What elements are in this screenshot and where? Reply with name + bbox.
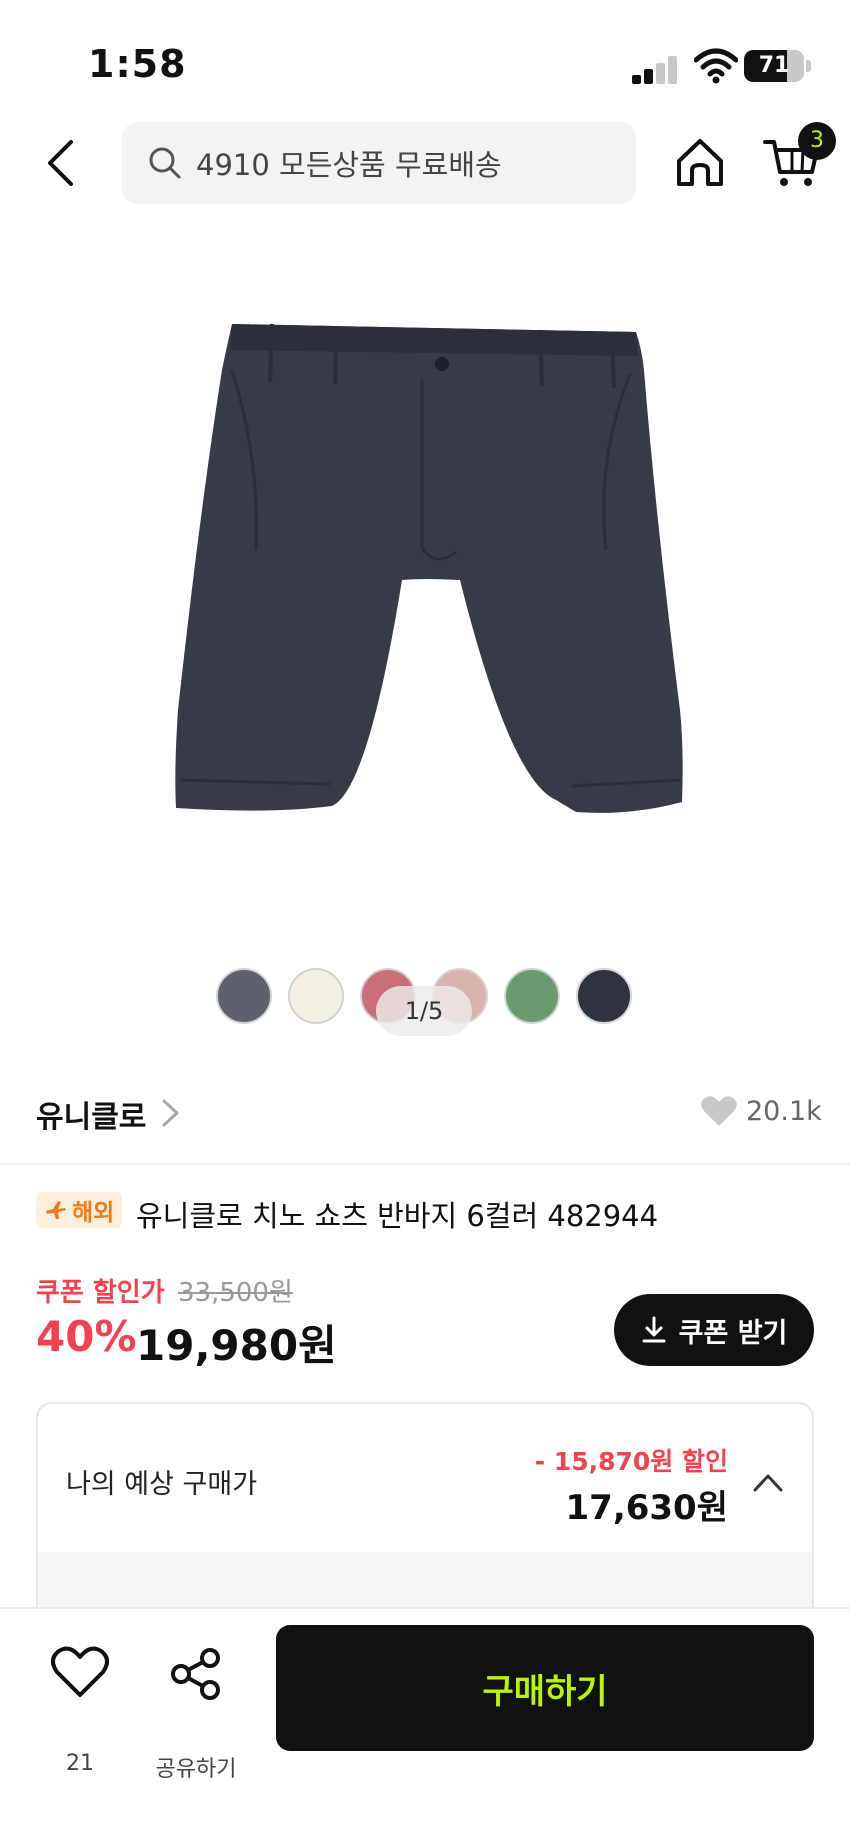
divider: [0, 1163, 850, 1165]
home-button[interactable]: [672, 134, 728, 190]
wishlist-count: 21: [66, 1751, 94, 1776]
overseas-label: 해외: [72, 1200, 115, 1226]
discount-rate: 40%: [36, 1312, 137, 1361]
product-title: 유니클로 치노 쇼츠 반바지 6컬러 482944: [136, 1199, 659, 1233]
get-coupon-label: 쿠폰 받기: [678, 1317, 788, 1349]
overseas-badge: 해외: [36, 1192, 123, 1228]
search-placeholder: 4910 모든상품 무료배송: [196, 148, 502, 182]
heart-icon: [701, 1096, 737, 1126]
wifi-icon: [694, 48, 738, 84]
status-bar: 1:58 71: [0, 0, 850, 120]
back-button[interactable]: [30, 130, 90, 196]
airplane-icon: [46, 1201, 66, 1219]
search-input[interactable]: 4910 모든상품 무료배송: [122, 122, 636, 204]
share-icon: [171, 1648, 220, 1700]
status-time: 1:58: [88, 42, 187, 86]
estimate-label: 나의 예상 구매가: [66, 1469, 258, 1500]
swatch-navy[interactable]: [576, 968, 632, 1024]
wishlist-button[interactable]: 21: [40, 1639, 120, 1776]
brand-link[interactable]: 유니클로: [36, 1092, 146, 1136]
sale-price: 19,980원: [136, 1321, 337, 1370]
cellular-signal-icon: [632, 56, 678, 84]
original-price: 33,500원: [178, 1278, 293, 1308]
battery-level: 71: [758, 53, 790, 78]
swatch-green[interactable]: [504, 968, 560, 1024]
buy-button[interactable]: 구매하기: [276, 1625, 814, 1751]
search-icon: [149, 147, 181, 179]
buy-label: 구매하기: [482, 1671, 608, 1712]
get-coupon-button[interactable]: 쿠폰 받기: [614, 1294, 814, 1366]
share-label: 공유하기: [155, 1757, 237, 1782]
home-icon: [677, 139, 723, 186]
brand-like[interactable]: 20.1k: [700, 1094, 822, 1128]
battery-icon: 71: [744, 50, 804, 82]
swatch-gray[interactable]: [216, 968, 272, 1024]
product-image[interactable]: [160, 310, 690, 860]
estimate-discount: - 15,870원 할인: [534, 1447, 728, 1476]
heart-outline-icon: [51, 1646, 109, 1697]
like-count: 20.1k: [746, 1095, 822, 1127]
swatch-cream[interactable]: [288, 968, 344, 1024]
battery-tip: [806, 60, 811, 72]
coupon-price-label: 쿠폰 할인가: [36, 1278, 165, 1308]
cart-count-badge: 3: [798, 122, 836, 160]
bottom-action-bar: 21 공유하기 구매하기: [0, 1607, 850, 1840]
chevron-left-icon: [48, 140, 73, 186]
share-button[interactable]: 공유하기: [148, 1639, 244, 1782]
download-icon: [642, 1316, 666, 1343]
page-indicator: 1/5: [376, 986, 472, 1036]
estimate-price: 17,630원: [565, 1488, 728, 1528]
chevron-right-icon: [162, 1099, 179, 1127]
chevron-up-icon[interactable]: [752, 1470, 784, 1494]
